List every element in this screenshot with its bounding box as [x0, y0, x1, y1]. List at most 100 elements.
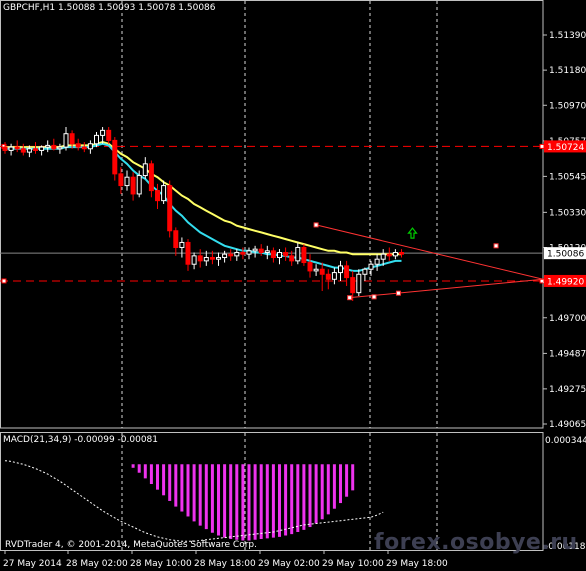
bear-candle	[81, 146, 87, 150]
bull-candle	[331, 272, 337, 280]
bear-candle	[258, 248, 264, 254]
bear-candle	[344, 265, 350, 279]
bear-candle	[386, 253, 392, 257]
bull-candle	[246, 250, 252, 255]
bull-candle	[222, 253, 228, 259]
time-label: 28 May 10:00	[130, 559, 192, 569]
level-high-anchor	[539, 143, 545, 149]
bull-candle	[356, 273, 362, 294]
macd-label: MACD(21,34,9) -0.00099 -0.00081	[3, 435, 159, 445]
bear-candle	[283, 252, 289, 257]
bull-candle	[8, 146, 14, 151]
bear-candle	[307, 262, 313, 272]
watermark-text: forex.osobye.ru	[374, 530, 578, 555]
bear-candle	[185, 241, 191, 265]
bear-candle	[325, 273, 331, 280]
time-label: 29 May 02:00	[258, 559, 320, 569]
bear-candle	[301, 246, 307, 264]
price-tick-label: 1.49275	[549, 385, 586, 395]
bull-candle	[203, 257, 209, 262]
triangle-anchor	[493, 243, 499, 249]
ohlc-values: 1.50088 1.50093 1.50078 1.50086	[58, 3, 216, 13]
price-tick-label: 1.50545	[549, 172, 586, 182]
copyright-text: RVDTrader 4, © 2001-2014, MetaQuotes Sof…	[5, 540, 257, 550]
bear-candle	[148, 163, 154, 192]
bull-candle	[234, 252, 240, 257]
bear-candle	[14, 146, 20, 150]
triangle-anchor	[347, 295, 353, 301]
bear-candle	[289, 255, 295, 262]
bear-candle	[33, 148, 38, 151]
bear-candle	[118, 173, 124, 187]
bull-candle	[313, 268, 319, 272]
moving-averages	[5, 141, 402, 272]
bull-candle	[277, 252, 282, 259]
bull-candle	[362, 268, 368, 275]
bear-candle	[228, 253, 234, 257]
triangle-anchor	[371, 294, 377, 300]
bull-candle	[191, 255, 197, 265]
bull-candle	[124, 176, 130, 187]
bull-candle	[26, 148, 32, 153]
bear-candle	[2, 146, 8, 151]
bull-candle	[179, 241, 185, 248]
bear-candle	[270, 250, 276, 259]
bull-candle	[216, 257, 221, 260]
time-label: 28 May 18:00	[194, 559, 256, 569]
bull-candle	[380, 253, 386, 260]
time-label: 29 May 18:00	[386, 559, 448, 569]
bear-candle	[209, 257, 215, 260]
price-tick-label: 1.49487	[549, 349, 586, 359]
bear-candle	[350, 277, 356, 294]
current-price-label: 1.50086	[547, 250, 584, 260]
horizontal-lines[interactable]	[0, 143, 545, 284]
bear-candle	[75, 143, 81, 148]
price-chart[interactable]: 1.513901.511801.509701.507571.505451.503…	[0, 0, 586, 571]
price-tick-label: 1.49700	[549, 314, 586, 324]
up-arrow-icon	[407, 227, 418, 239]
bear-candle	[240, 252, 246, 255]
bull-candle	[392, 252, 398, 257]
bear-candle	[51, 144, 57, 150]
bull-candle	[368, 263, 374, 270]
triangle-pattern[interactable]	[313, 222, 544, 301]
bear-candle	[167, 185, 173, 232]
macd-axis-top: 0.000344	[545, 436, 586, 446]
level-low-anchor	[1, 278, 7, 284]
bull-candle	[63, 133, 69, 148]
bear-candle	[399, 252, 404, 255]
bear-candle	[106, 129, 112, 141]
bull-candle	[374, 258, 380, 265]
bull-candle	[57, 146, 63, 150]
bear-candle	[155, 190, 160, 202]
grid-lines	[0, 0, 544, 551]
bull-candle	[136, 175, 142, 195]
bull-candle	[142, 163, 148, 177]
bull-candle	[264, 250, 270, 254]
time-label: 27 May 2014	[3, 559, 62, 569]
level-low-label: 1.49920	[547, 277, 584, 287]
triangle-anchor	[395, 290, 401, 296]
bull-candle	[295, 246, 301, 262]
price-tick-label: 1.51390	[549, 31, 586, 41]
bull-candle	[161, 185, 167, 202]
level-high-label: 1.50724	[547, 143, 584, 153]
bull-candle	[94, 134, 99, 145]
price-tick-label: 1.50330	[549, 208, 586, 218]
price-tick-label: 1.49065	[549, 420, 586, 430]
bear-candle	[112, 139, 118, 175]
triangle-lower-line	[349, 278, 544, 299]
price-tick-label: 1.51180	[549, 66, 586, 76]
price-tick-label: 1.50970	[549, 101, 586, 111]
symbol-name: GBPCHF,H1	[3, 3, 56, 13]
bear-candle	[69, 133, 75, 145]
bear-candle	[197, 255, 203, 262]
time-label: 29 May 10:00	[322, 559, 384, 569]
bear-candle	[173, 230, 179, 248]
time-label: 28 May 02:00	[66, 559, 128, 569]
bull-candle	[39, 146, 45, 151]
ma-slow-line	[5, 141, 402, 256]
bear-candle	[130, 176, 136, 195]
bull-candle	[45, 144, 51, 148]
candles	[2, 127, 404, 302]
